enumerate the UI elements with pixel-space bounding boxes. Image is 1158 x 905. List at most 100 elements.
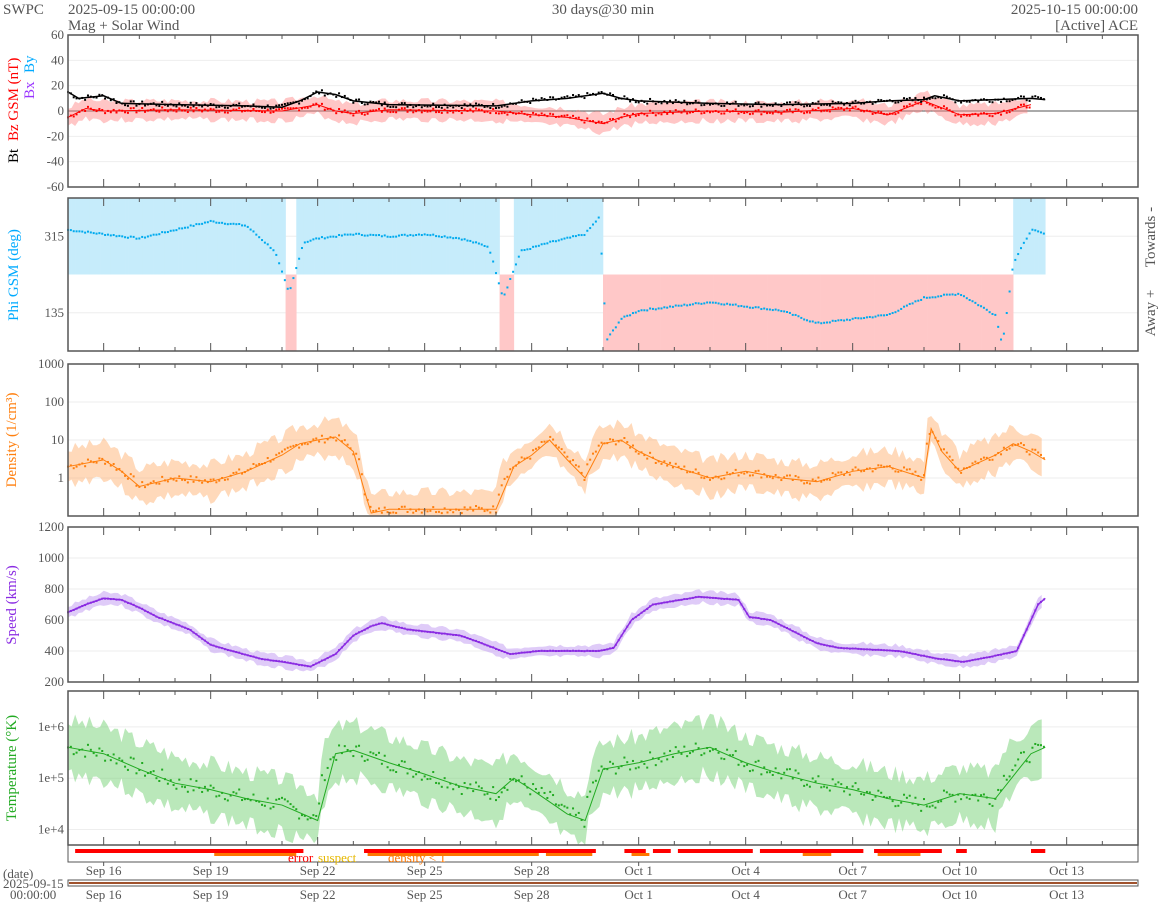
density-point	[734, 468, 737, 471]
bx-label: Bx	[22, 81, 38, 99]
bz-point	[574, 117, 577, 120]
date-tick-label: Oct 10	[942, 887, 977, 902]
phi-point	[877, 314, 880, 317]
temp-point	[455, 783, 458, 786]
speed-point	[589, 649, 592, 652]
bz-point	[397, 108, 400, 111]
density-point	[198, 479, 201, 482]
bt-point	[241, 105, 244, 108]
bz-point	[794, 108, 797, 111]
bt-point	[917, 99, 920, 102]
temp-point	[851, 785, 854, 788]
density-point	[934, 436, 937, 439]
time-slider-range[interactable]	[69, 882, 1137, 884]
density-point	[982, 456, 985, 459]
bz-point	[863, 110, 866, 113]
bt-point	[546, 98, 549, 101]
speed-point	[195, 633, 198, 636]
speed-point	[594, 650, 597, 653]
temp-point	[497, 796, 500, 799]
speed-point	[144, 609, 147, 612]
phi-point	[786, 311, 789, 314]
bt-point	[423, 104, 426, 107]
temp-point	[694, 742, 697, 745]
speed-point	[611, 646, 614, 649]
density-point	[860, 470, 863, 473]
phi-point	[651, 307, 654, 310]
bt-point	[335, 95, 338, 98]
speed-point	[109, 598, 112, 601]
bz-point	[309, 105, 312, 108]
phi-point	[360, 234, 363, 237]
temp-point	[931, 804, 934, 807]
towards-sector-band	[474, 198, 479, 275]
temp-point	[669, 749, 672, 752]
bz-point	[643, 113, 646, 116]
phi-point	[572, 235, 575, 238]
towards-sector-band	[1038, 198, 1042, 275]
speed-point	[766, 618, 769, 621]
phi-point	[552, 240, 555, 243]
phi-point	[905, 304, 908, 307]
temp-point	[643, 762, 646, 765]
bt-point	[81, 96, 84, 99]
phi-point	[974, 301, 977, 304]
bt-point	[417, 104, 420, 107]
density-point	[195, 476, 198, 479]
bz-point	[603, 122, 606, 125]
bz-point	[997, 112, 1000, 115]
bz-point	[221, 109, 224, 112]
bz-point	[606, 121, 609, 124]
bz-point	[146, 109, 149, 112]
speed-point	[372, 624, 375, 627]
bt-point	[991, 101, 994, 104]
temp-point	[814, 780, 817, 783]
temp-point	[332, 756, 335, 759]
temp-point	[583, 825, 586, 828]
towards-sector-band	[413, 198, 418, 275]
temp-point	[825, 786, 828, 789]
bt-point	[221, 104, 224, 107]
bt-point	[360, 101, 363, 104]
density-point	[991, 458, 994, 461]
phi-point	[261, 239, 264, 242]
towards-sector-band	[1016, 198, 1021, 275]
bz-point	[914, 101, 917, 104]
density-point	[272, 458, 275, 461]
bz-point	[141, 107, 144, 110]
towards-sector-band	[71, 198, 76, 275]
bt-point	[663, 99, 666, 102]
away-sector-band	[831, 274, 836, 351]
phi-point	[101, 232, 104, 235]
bz-point	[888, 112, 891, 115]
bt-point	[669, 99, 672, 102]
speed-point	[905, 651, 908, 654]
bt-point	[95, 96, 98, 99]
temp-point	[112, 753, 115, 756]
temp-point	[149, 771, 152, 774]
speed-point	[694, 596, 697, 599]
temp-point	[346, 748, 349, 751]
temp-point	[600, 765, 603, 768]
phi-point	[443, 235, 446, 238]
temp-point	[223, 798, 226, 801]
away-sector-band	[970, 274, 975, 351]
bz-point	[694, 108, 697, 111]
bt-point	[706, 102, 709, 105]
bz-point	[723, 112, 726, 115]
bz-point	[312, 103, 315, 106]
density-point	[238, 468, 241, 471]
bz-point	[437, 111, 440, 114]
speed-point	[392, 625, 395, 628]
phi-point	[98, 232, 101, 235]
source-label: [Active] ACE	[1055, 18, 1138, 34]
bz-point	[486, 110, 489, 113]
bz-point	[988, 114, 991, 117]
temp-point	[788, 768, 791, 771]
density-point	[86, 458, 89, 461]
speed-point	[75, 607, 78, 610]
temp-point	[900, 801, 903, 804]
bz-point	[338, 108, 341, 111]
density-point	[215, 481, 218, 484]
phi-point	[880, 314, 883, 317]
